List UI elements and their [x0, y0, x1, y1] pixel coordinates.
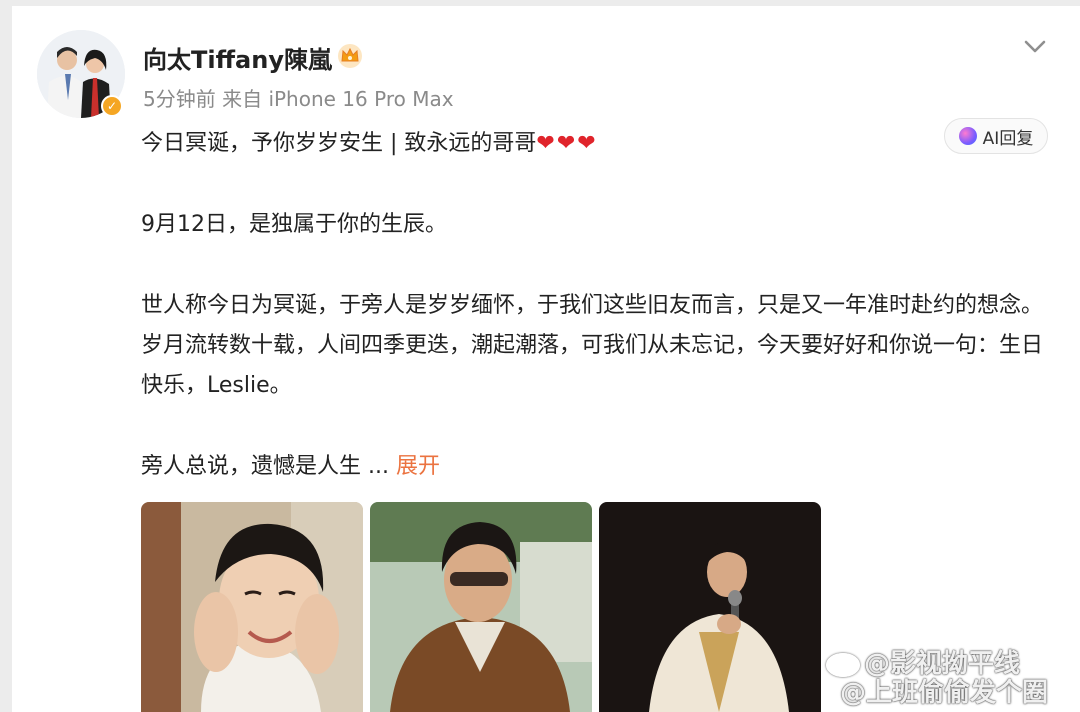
chevron-down-icon[interactable] [1021, 32, 1049, 60]
verified-badge-icon: ✓ [101, 95, 123, 117]
window-left-edge [0, 0, 12, 712]
watermark-line-1: @影视拗平线 [826, 650, 1076, 679]
post-paragraph-4-text: 旁人总说，遗憾是人生 ... [141, 454, 389, 479]
watermark: @影视拗平线 @上班偷偷发个圈 [826, 650, 1076, 712]
watermark-line-1-text: @影视拗平线 [864, 649, 1021, 679]
post-image-2[interactable] [370, 502, 592, 712]
weibo-logo-icon [826, 652, 860, 677]
post-meta: 5分钟前 来自 iPhone 16 Pro Max [143, 87, 454, 111]
author-name[interactable]: 向太Tiffany陳嵐 [143, 40, 332, 75]
post-paragraph-2: 9月12日，是独属于你的生辰。 [141, 212, 447, 237]
post-line-1: 今日冥诞，予你岁岁安生 | 致永远的哥哥❤❤❤ [141, 124, 1051, 164]
post-line-1-text: 今日冥诞，予你岁岁安生 | 致永远的哥哥 [141, 131, 537, 156]
window-top-edge [0, 0, 1080, 6]
post-paragraph-4: 旁人总说，遗憾是人生 ... 展开 [141, 447, 1051, 487]
crown-icon [338, 44, 362, 68]
post-paragraph-3: 世人称今日为冥诞，于旁人是岁岁缅怀，于我们这些旧友而言，只是又一年准时赴约的想念… [141, 293, 1044, 398]
post-image-3[interactable] [599, 502, 821, 712]
watermark-line-2: @上班偷偷发个圈 [840, 678, 1049, 708]
heart-emoji-group: ❤❤❤ [536, 131, 598, 156]
expand-link[interactable]: 展开 [396, 454, 440, 479]
post-image-1[interactable] [141, 502, 363, 712]
